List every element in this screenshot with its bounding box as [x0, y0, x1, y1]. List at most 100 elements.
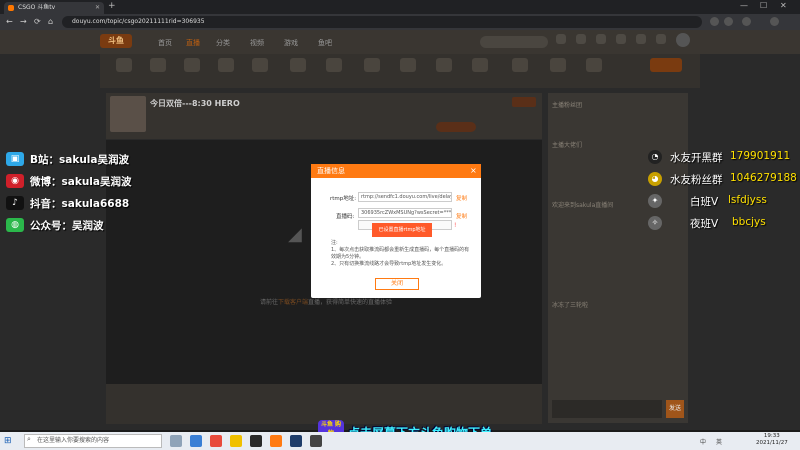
- lang-indicator[interactable]: 英: [716, 437, 722, 446]
- group-number: lsfdjyss: [728, 194, 767, 206]
- taskbar-search-input[interactable]: 在这里输入你要搜索的内容: [24, 434, 162, 448]
- category-icon[interactable]: [586, 58, 602, 72]
- minimize-button[interactable]: —: [740, 1, 748, 10]
- screen: CSGO 斗鱼tv ✕ + — ☐ ✕ ← → ⟳ ⌂ douyu.com/to…: [0, 0, 800, 450]
- group-label: 水友粉丝群: [670, 174, 723, 186]
- nav-fishbar[interactable]: 鱼吧: [318, 38, 332, 48]
- maximize-button[interactable]: ☐: [760, 1, 767, 10]
- player-hint: 请前往下载客户端直播，获得简单快速的直播体验: [260, 297, 392, 306]
- follow-icon[interactable]: [576, 34, 586, 44]
- social-bilibili: B站：sakula吴润波: [30, 154, 129, 166]
- live-start-button[interactable]: [650, 58, 682, 72]
- qq-icon: ◔: [648, 150, 662, 164]
- window-close-button[interactable]: ✕: [780, 1, 787, 10]
- stream-code-field[interactable]: 306935rcZWxMSUNg?wsSecret=*******: [358, 208, 452, 218]
- gift-icon[interactable]: [616, 34, 626, 44]
- category-icon[interactable]: [550, 58, 566, 72]
- nav-home[interactable]: 首页: [158, 38, 172, 48]
- douyu-logo[interactable]: 斗鱼: [100, 34, 132, 48]
- category-icon[interactable]: [400, 58, 416, 72]
- user-avatar[interactable]: [676, 33, 690, 47]
- code-copy-link[interactable]: 复制: [456, 212, 467, 220]
- chat-line: 欢迎来到sakula直播间: [552, 202, 614, 209]
- category-icon[interactable]: [326, 58, 342, 72]
- ime-indicator[interactable]: 中: [700, 437, 706, 446]
- nav-live[interactable]: 直播: [186, 38, 200, 48]
- extension-icon[interactable]: [710, 17, 719, 26]
- share-button[interactable]: [512, 97, 536, 107]
- room-title: 今日双倍---8:30 HERO: [150, 99, 240, 108]
- social-douyin: 抖音：sakula6688: [30, 198, 130, 210]
- rtmp-label: rtmp地址:: [330, 196, 357, 202]
- download-icon[interactable]: [596, 34, 606, 44]
- player-hint-text: 请前往: [260, 299, 279, 306]
- category-icon[interactable]: [252, 58, 268, 72]
- back-icon[interactable]: ←: [6, 17, 13, 26]
- category-icon[interactable]: [512, 58, 528, 72]
- streamer-avatar[interactable]: [110, 96, 146, 132]
- site-search-input[interactable]: [480, 36, 548, 48]
- category-icon[interactable]: [150, 58, 166, 72]
- category-icon[interactable]: [116, 58, 132, 72]
- nav-category[interactable]: 分类: [216, 38, 230, 48]
- rtmp-address-field[interactable]: rtmp://sendfc1.douyu.com/live/delay: [358, 192, 452, 202]
- qq-fan-icon: ◕: [648, 172, 662, 186]
- download-client-link[interactable]: 下载客户端: [278, 299, 308, 306]
- tab-close-icon[interactable]: ✕: [95, 2, 100, 14]
- dialog-close-icon[interactable]: ×: [470, 164, 477, 178]
- douyu-favicon-icon: [8, 5, 14, 11]
- clock-time: 19:33: [763, 433, 780, 439]
- douyu-app-icon[interactable]: [270, 435, 282, 447]
- profile-icon[interactable]: [742, 17, 751, 26]
- app-icon[interactable]: [250, 435, 262, 447]
- chrome-icon[interactable]: [210, 435, 222, 447]
- category-icon[interactable]: [290, 58, 306, 72]
- chat-line: 主播粉丝团: [552, 102, 583, 109]
- steam-icon[interactable]: [290, 435, 302, 447]
- edge-icon[interactable]: [190, 435, 202, 447]
- nav-video[interactable]: 视频: [250, 38, 264, 48]
- message-icon[interactable]: [636, 34, 646, 44]
- obs-icon[interactable]: [310, 435, 322, 447]
- category-icon[interactable]: [218, 58, 234, 72]
- group-label: 夜班V: [690, 218, 719, 230]
- group-label: 水友开黑群: [670, 152, 723, 164]
- history-icon[interactable]: [556, 34, 566, 44]
- category-icon[interactable]: [472, 58, 488, 72]
- nav-game[interactable]: 游戏: [284, 38, 298, 48]
- chat-send-button[interactable]: 发送: [666, 400, 684, 418]
- start-icon[interactable]: ⊞: [4, 436, 12, 446]
- dialog-notes: 注: 1、每次点击获取推流码都会重新生成直播码，每个直播码的有效期为5分钟。 2…: [331, 240, 470, 267]
- dialog-close-button[interactable]: 关闭: [375, 278, 419, 290]
- dialog-title: 直播信息: [311, 164, 481, 178]
- address-bar[interactable]: douyu.com/topic/csgo20211111rid=306935: [62, 16, 702, 28]
- home-icon[interactable]: ⌂: [48, 17, 53, 26]
- chat-line: 主播大佬们: [552, 142, 583, 149]
- category-icon[interactable]: [364, 58, 380, 72]
- folder-icon[interactable]: [230, 435, 242, 447]
- category-icon[interactable]: [436, 58, 452, 72]
- browser-tab-bar: [0, 0, 800, 14]
- reload-icon[interactable]: ⟳: [34, 17, 41, 26]
- chat-input[interactable]: [552, 400, 662, 418]
- browser-tab[interactable]: CSGO 斗鱼tv ✕: [4, 2, 104, 14]
- extension-icon[interactable]: [724, 17, 733, 26]
- warning-icon: !: [454, 222, 457, 229]
- follow-button[interactable]: [436, 122, 476, 132]
- rtmp-copy-link[interactable]: 复制: [456, 194, 467, 202]
- forward-icon[interactable]: →: [20, 17, 27, 26]
- knife-icon: ✧: [648, 216, 662, 230]
- task-view-icon[interactable]: [170, 435, 182, 447]
- group-number: 1046279188: [730, 172, 797, 184]
- weibo-icon: ◉: [6, 174, 24, 188]
- new-tab-button[interactable]: +: [108, 1, 116, 11]
- category-icon[interactable]: [184, 58, 200, 72]
- set-rtmp-button[interactable]: 已设置直播rtmp地址: [372, 223, 432, 237]
- clock[interactable]: 19:33 2021/11/27: [756, 433, 788, 447]
- social-weibo: 微博：sakula吴润波: [30, 176, 132, 188]
- menu-icon[interactable]: [770, 17, 779, 26]
- code-label: 直播码:: [336, 214, 355, 220]
- browser-toolbar: ← → ⟳ ⌂ douyu.com/topic/csgo20211111rid=…: [0, 14, 800, 30]
- group-number: 179901911: [730, 150, 791, 162]
- broadcast-icon[interactable]: [656, 34, 666, 44]
